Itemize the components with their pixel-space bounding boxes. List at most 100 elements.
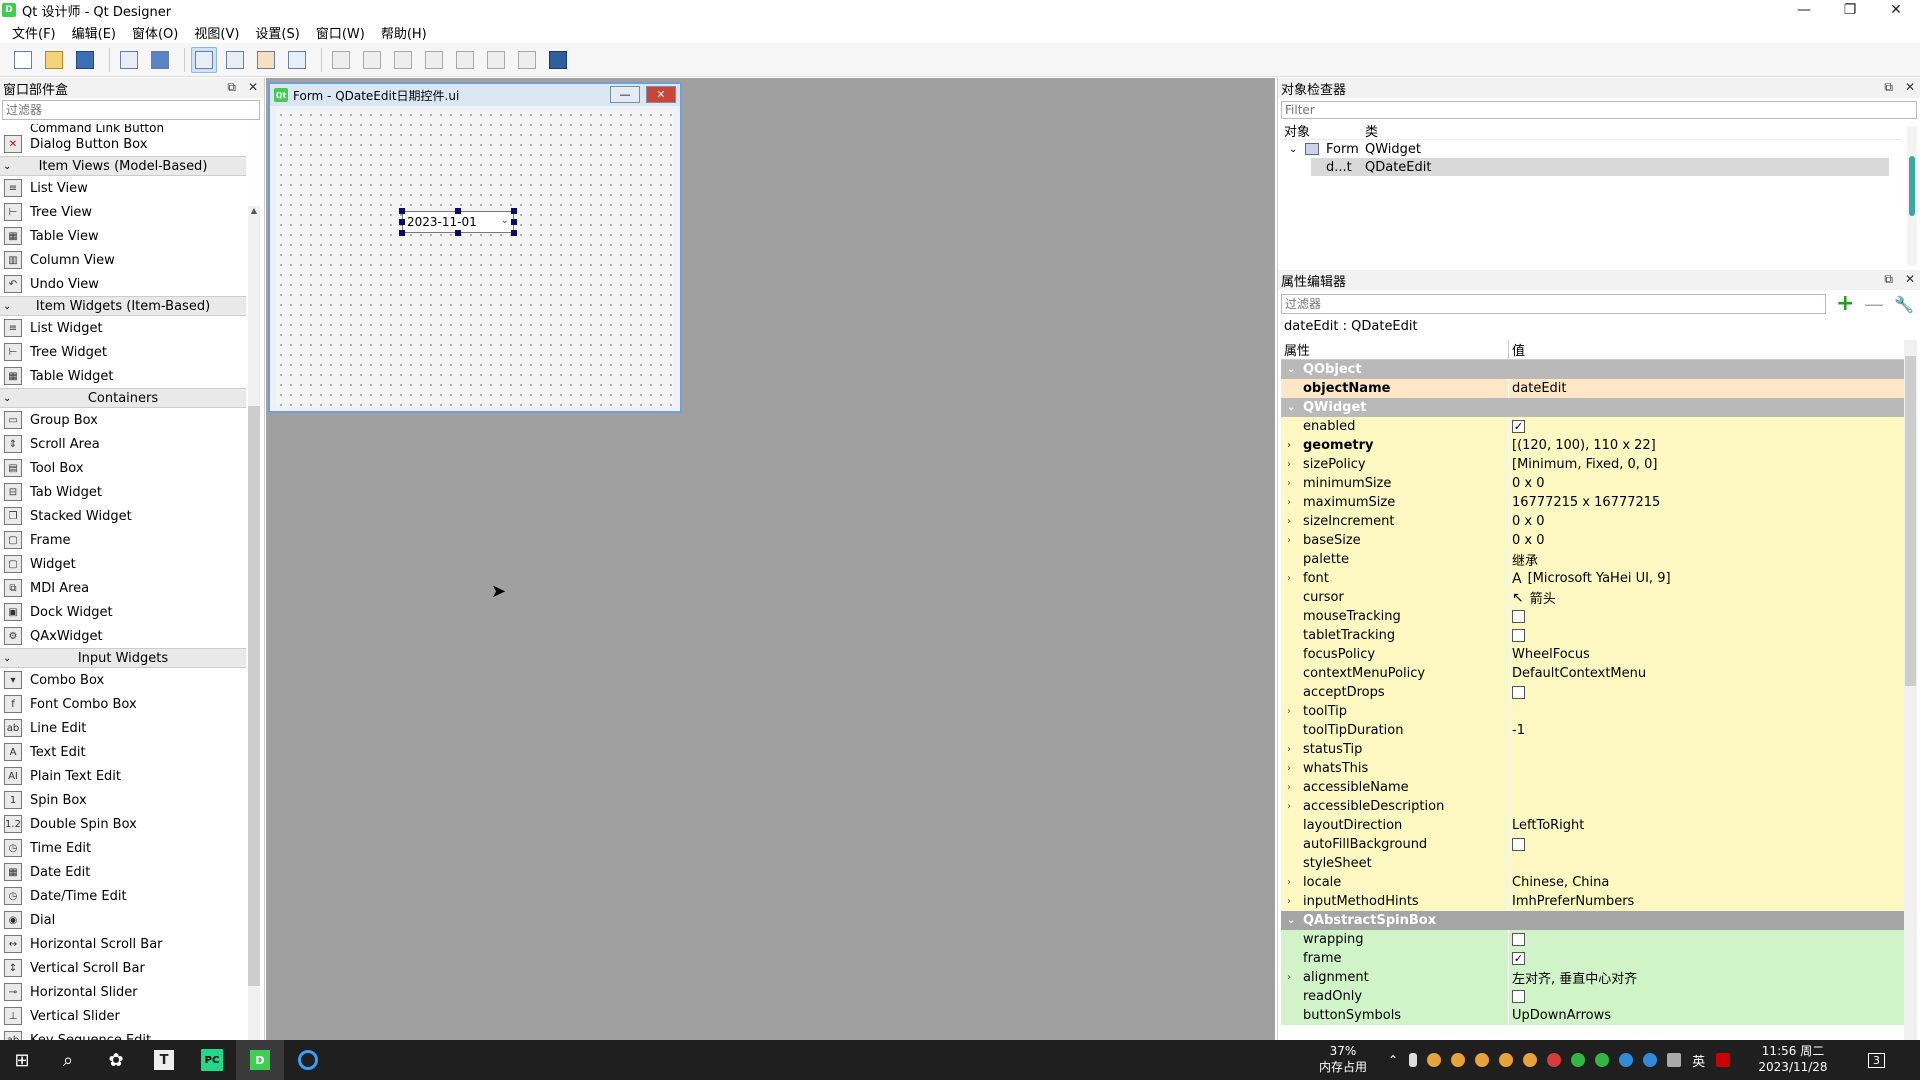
close-icon[interactable]: ✕ [1905,80,1915,95]
layout-vertical-button[interactable] [359,47,385,73]
chevron-right-icon[interactable]: › [1287,497,1291,508]
wechat-icon[interactable] [1595,1053,1610,1067]
tray-app-icon[interactable] [1643,1053,1658,1067]
list-item[interactable]: ◷ Time Edit [0,836,246,860]
menu-settings[interactable]: 设置(S) [247,23,307,42]
property-row-basesize[interactable]: › baseSize 0 x 0 [1281,531,1904,550]
close-button[interactable]: ✕ [1873,0,1919,20]
memory-indicator[interactable]: 37% 内存占用 [1313,1043,1373,1075]
property-value-cell[interactable]: WheelFocus [1509,645,1904,664]
microphone-icon[interactable] [1409,1053,1418,1067]
list-item[interactable]: ↕ Vertical Scroll Bar [0,956,246,980]
property-row-sizeincrement[interactable]: › sizeIncrement 0 x 0 [1281,512,1904,531]
chevron-right-icon[interactable]: › [1287,440,1291,451]
adjust-size-button[interactable] [545,47,571,73]
chevron-right-icon[interactable]: › [1287,896,1291,907]
list-item[interactable]: ▢ Frame [0,528,246,552]
edit-widgets-button[interactable] [191,46,217,73]
checkbox-unchecked[interactable] [1512,838,1525,851]
property-row-tooltip[interactable]: › toolTip [1281,702,1904,721]
property-value-cell[interactable]: ✓ [1509,417,1904,436]
resize-handle[interactable] [455,208,461,214]
checkbox-unchecked[interactable] [1512,610,1525,623]
remove-property-icon[interactable]: — [1864,292,1886,316]
chevron-right-icon[interactable]: › [1287,573,1291,584]
property-table-scrollbar[interactable] [1904,340,1917,1040]
wrench-icon[interactable]: 🔧 [1894,295,1914,314]
float-icon[interactable]: ⧉ [1884,80,1893,95]
property-row-mousetracking[interactable]: mouseTracking [1281,607,1904,626]
property-value-cell[interactable]: LeftToRight [1509,816,1904,835]
object-inspector-filter-input[interactable] [1281,101,1917,119]
layout-vertical-splitter-button[interactable] [421,47,447,73]
resize-handle[interactable] [399,219,405,225]
resize-handle[interactable] [511,230,517,236]
edit-signals-slots-button[interactable] [222,47,248,73]
list-item[interactable]: ⊢ Tree Widget [0,340,246,364]
pycharm-icon[interactable]: PC [188,1040,236,1080]
open-file-button[interactable] [41,47,67,73]
object-tree[interactable]: 对象 类 ⌄ Form QWidget d...t QDateEdit [1281,122,1901,268]
float-icon[interactable]: ⧉ [1884,272,1893,287]
property-value-cell[interactable] [1509,702,1904,721]
property-value-cell[interactable]: UpDownArrows [1509,1006,1904,1025]
checkbox-checked[interactable]: ✓ [1512,952,1525,965]
chevron-right-icon[interactable]: › [1287,877,1291,888]
layout-form-button[interactable] [483,47,509,73]
chevron-down-icon[interactable]: ⌄ [501,215,509,226]
property-value-cell[interactable] [1509,626,1904,645]
property-row-accessiblename[interactable]: › accessibleName [1281,778,1904,797]
widgets-icon[interactable]: ✿ [92,1040,140,1080]
qq-penguin-icon[interactable] [1475,1053,1490,1067]
list-item[interactable]: ▥ Column View [0,248,246,272]
browser-icon[interactable] [284,1040,332,1080]
category-header[interactable]: ⌄ Input Widgets [0,648,246,668]
menu-edit[interactable]: 编辑(E) [64,23,124,42]
property-value-cell[interactable]: 左对齐, 垂直中心对齐 [1509,968,1904,987]
list-item[interactable]: ⊸ Horizontal Slider [0,980,246,1004]
property-group-qobject[interactable]: ⌄ QObject [1281,360,1904,379]
clock[interactable]: 11:56 周二 2023/11/28 [1753,1043,1833,1075]
property-row-buttonsymbols[interactable]: buttonSymbols UpDownArrows [1281,1006,1904,1025]
list-item[interactable]: Command Link Button [0,124,246,132]
list-item[interactable]: ⇕ Scroll Area [0,432,246,456]
list-item[interactable]: ▢ Widget [0,552,246,576]
ime-indicator[interactable]: 英 [1692,1051,1705,1070]
resize-handle[interactable] [455,230,461,236]
property-value-cell[interactable] [1509,778,1904,797]
form-window[interactable]: Qt Form - QDateEdit日期控件.ui — ✕ 2023-11-0… [268,82,682,413]
typora-icon[interactable]: T [140,1040,188,1080]
menu-help[interactable]: 帮助(H) [373,23,435,42]
property-row-acceptdrops[interactable]: acceptDrops [1281,683,1904,702]
list-item[interactable]: ab Key Sequence Edit [0,1028,246,1040]
list-item[interactable]: ◷ Date/Time Edit [0,884,246,908]
property-row-accessibledescription[interactable]: › accessibleDescription [1281,797,1904,816]
menu-view[interactable]: 视图(V) [186,23,247,42]
layout-grid-button[interactable] [452,47,478,73]
property-filter-input[interactable] [1281,294,1826,314]
property-row-contextmenupolicy[interactable]: contextMenuPolicy DefaultContextMenu [1281,664,1904,683]
chevron-right-icon[interactable]: › [1287,763,1291,774]
checkbox-checked[interactable]: ✓ [1512,420,1525,433]
windows-start-icon[interactable]: ⊞ [0,1040,44,1080]
list-item[interactable]: ▦ Table Widget [0,364,246,388]
property-value-cell[interactable]: [Minimum, Fixed, 0, 0] [1509,455,1904,474]
list-item[interactable]: ab Line Edit [0,716,246,740]
list-item[interactable]: 1 Spin Box [0,788,246,812]
qt-designer-taskbar-icon[interactable]: D [236,1040,284,1080]
property-value-cell[interactable]: ✓ [1509,949,1904,968]
property-row-locale[interactable]: › locale Chinese, China [1281,873,1904,892]
chevron-right-icon[interactable]: › [1287,516,1291,527]
property-value-cell[interactable] [1509,759,1904,778]
qq-penguin-icon[interactable] [1451,1053,1466,1067]
property-row-readonly[interactable]: readOnly [1281,987,1904,1006]
maximize-button[interactable]: ❐ [1827,0,1873,20]
list-item-dialog-button-box[interactable]: ✕ Dialog Button Box [0,132,246,156]
form-close-button[interactable]: ✕ [646,86,676,103]
property-row-layoutdirection[interactable]: layoutDirection LeftToRight [1281,816,1904,835]
wechat-icon[interactable] [1571,1053,1586,1067]
scrollbar-thumb[interactable] [1905,356,1916,686]
property-row-font[interactable]: › font A [Microsoft YaHei UI, 9] [1281,569,1904,588]
list-item[interactable]: ⊟ Tab Widget [0,480,246,504]
property-value-cell[interactable] [1509,740,1904,759]
